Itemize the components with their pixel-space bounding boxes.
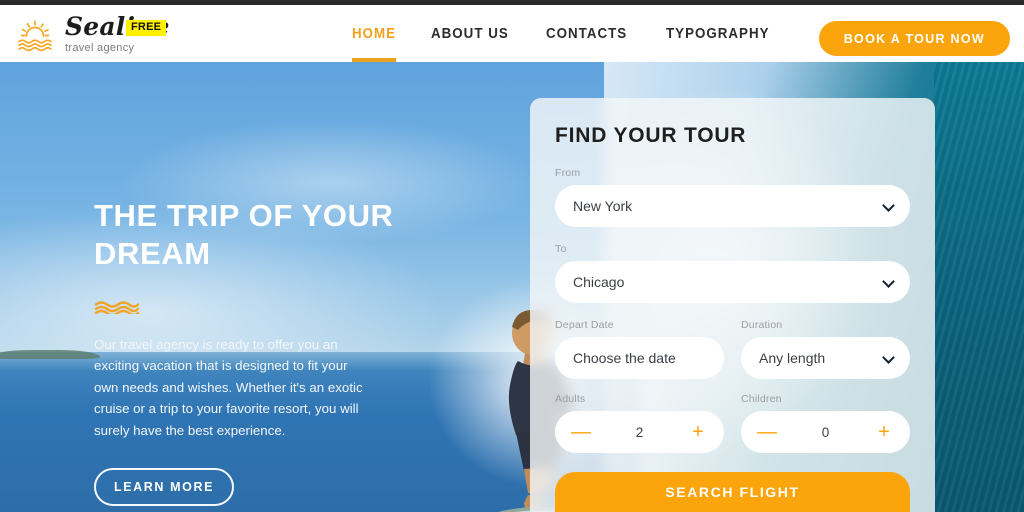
hero-island (0, 350, 100, 359)
chevron-down-icon (882, 199, 895, 212)
depart-date-group: Depart Date Choose the date (555, 319, 724, 393)
to-value: Chicago (573, 274, 625, 290)
adults-stepper: — 2 + (555, 411, 724, 453)
children-label: Children (741, 393, 782, 405)
search-flight-button[interactable]: SEARCH FLIGHT (555, 472, 910, 512)
find-your-tour-panel: FIND YOUR TOUR From New York To Chicago … (530, 98, 935, 512)
adults-group: Adults — 2 + (555, 393, 724, 467)
duration-select[interactable]: Any length (741, 337, 910, 379)
date-duration-row: Depart Date Choose the date Duration Any… (555, 319, 910, 393)
children-group: Children — 0 + (741, 393, 910, 467)
learn-more-button[interactable]: LEARN MORE (94, 467, 234, 506)
hero-title-line-1: THE TRIP OF YOUR (94, 198, 394, 233)
from-select[interactable]: New York (555, 185, 910, 227)
nav-item-contacts[interactable]: CONTACTS (546, 5, 627, 62)
book-a-tour-button[interactable]: BOOK A TOUR NOW (818, 21, 1010, 56)
children-stepper: — 0 + (741, 411, 910, 453)
duration-label: Duration (741, 319, 783, 331)
hero-paragraph: Our travel agency is ready to offer you … (94, 336, 363, 438)
children-value: 0 (821, 424, 830, 440)
chevron-down-icon (882, 275, 895, 288)
adults-value: 2 (635, 424, 644, 440)
passengers-row: Adults — 2 + Children — 0 + (555, 393, 910, 467)
hero-copy: THE TRIP OF YOUR DREAM Our travel agency… (94, 197, 394, 506)
sun-over-water-icon (18, 20, 52, 51)
hero-deep-water (934, 62, 1024, 512)
chevron-down-icon (882, 351, 895, 364)
free-badge: FREE (126, 20, 167, 36)
from-value: New York (573, 198, 633, 214)
panel-title: FIND YOUR TOUR (555, 124, 747, 147)
depart-date-input[interactable]: Choose the date (555, 337, 724, 379)
to-select[interactable]: Chicago (555, 261, 910, 303)
depart-date-value: Choose the date (573, 350, 676, 366)
hero-title: THE TRIP OF YOUR DREAM (94, 197, 394, 274)
adults-label: Adults (555, 393, 586, 405)
children-decrement-button[interactable]: — (757, 422, 777, 442)
hero-title-line-2: DREAM (94, 236, 211, 272)
wave-divider-icon (94, 301, 140, 314)
site-header: Sealine travel agency FREE HOME ABOUT US… (0, 5, 1024, 62)
duration-value: Any length (759, 350, 826, 366)
depart-date-label: Depart Date (555, 319, 614, 331)
to-label: To (555, 243, 567, 255)
adults-decrement-button[interactable]: — (571, 422, 591, 442)
main-navigation: HOME ABOUT US CONTACTS TYPOGRAPHY (352, 5, 778, 62)
logo-tagline: travel agency (65, 42, 135, 54)
adults-increment-button[interactable]: + (688, 422, 708, 442)
nav-item-home[interactable]: HOME (352, 5, 396, 62)
children-increment-button[interactable]: + (874, 422, 894, 442)
from-label: From (555, 167, 581, 179)
duration-group: Duration Any length (741, 319, 910, 393)
nav-item-typography[interactable]: TYPOGRAPHY (666, 5, 770, 62)
nav-item-about-us[interactable]: ABOUT US (431, 5, 509, 62)
